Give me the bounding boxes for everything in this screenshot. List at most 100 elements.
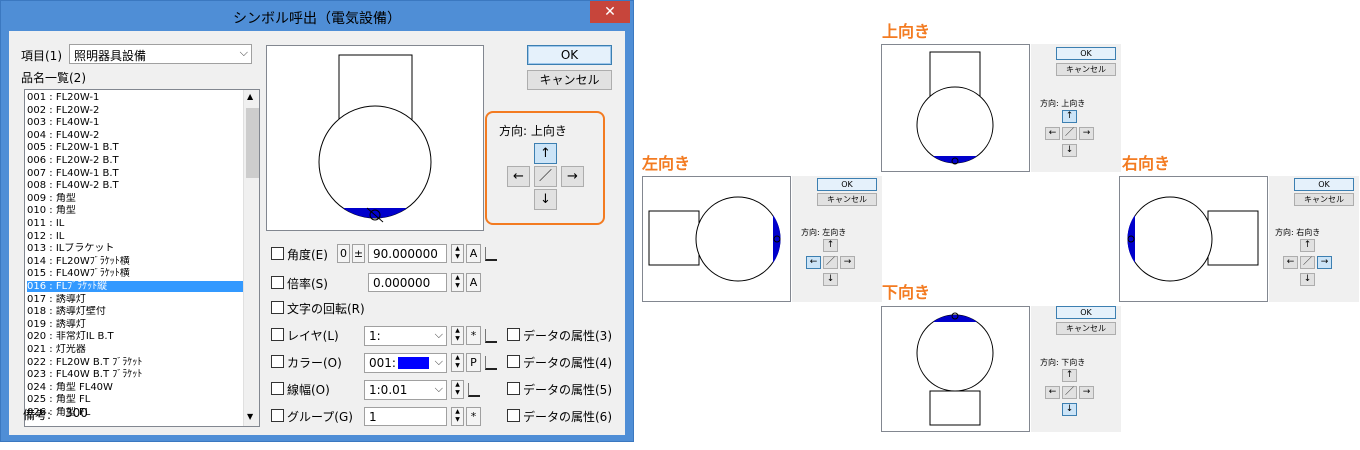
down-dir-right[interactable]: → [1079, 386, 1094, 399]
down-dir-down[interactable]: ↓ [1062, 403, 1077, 416]
close-button[interactable]: ✕ [590, 1, 630, 23]
right-dir-left[interactable]: ← [1283, 256, 1298, 269]
list-item[interactable]: 016 : FLﾌﾞﾗｹｯﾄ縦 [27, 281, 243, 292]
list-item[interactable]: 018 : 誘導灯壁付 [27, 306, 243, 317]
left-cancel-button[interactable]: キャンセル [817, 193, 877, 206]
right-dir-center[interactable]: ／ [1300, 256, 1315, 269]
list-item[interactable]: 004 : FL40W-2 [27, 130, 243, 141]
angle-spinner[interactable]: ▲ ▼ [451, 244, 464, 263]
color-checkbox[interactable] [271, 355, 284, 368]
down-dir-up[interactable]: ↑ [1062, 369, 1077, 382]
scroll-up-icon[interactable]: ▲ [247, 92, 253, 101]
group-spinner[interactable]: ▲ ▼ [451, 407, 464, 426]
up-dir-up[interactable]: ↑ [1062, 110, 1077, 123]
list-item[interactable]: 015 : FL40Wﾌﾞﾗｹｯﾄ横 [27, 268, 243, 279]
color-p-button[interactable]: P [466, 353, 481, 372]
list-item[interactable]: 024 : 角型 FL40W [27, 382, 243, 393]
layer-spinner[interactable]: ▲ ▼ [451, 326, 464, 345]
layer-star-button[interactable]: * [466, 326, 481, 345]
list-item[interactable]: 011 : IL [27, 218, 243, 229]
list-item[interactable]: 020 : 非常灯IL B.T [27, 331, 243, 342]
right-cancel-button[interactable]: キャンセル [1294, 193, 1354, 206]
list-item[interactable]: 019 : 誘導灯 [27, 319, 243, 330]
up-ok-button[interactable]: OK [1056, 47, 1116, 60]
attr4-checkbox[interactable] [507, 355, 520, 368]
down-ok-button[interactable]: OK [1056, 306, 1116, 319]
list-item[interactable]: 012 : IL [27, 231, 243, 242]
linewidth-pick-icon[interactable] [468, 383, 480, 397]
color-spinner[interactable]: ▲ ▼ [451, 353, 464, 372]
list-item[interactable]: 001 : FL20W-1 [27, 92, 243, 103]
color-pick-icon[interactable] [485, 356, 497, 370]
up-dir-right[interactable]: → [1079, 127, 1094, 140]
right-dir-up[interactable]: ↑ [1300, 239, 1315, 252]
attr3-checkbox[interactable] [507, 328, 520, 341]
list-item[interactable]: 017 : 誘導灯 [27, 294, 243, 305]
list-item[interactable]: 013 : ILブラケット [27, 243, 243, 254]
group-input[interactable]: 1 [364, 407, 447, 426]
up-dir-down[interactable]: ↓ [1062, 144, 1077, 157]
direction-right-button[interactable]: → [561, 166, 584, 187]
right-ok-button[interactable]: OK [1294, 178, 1354, 191]
list-item[interactable]: 007 : FL40W-1 B.T [27, 168, 243, 179]
scroll-down-icon[interactable]: ▼ [247, 412, 253, 421]
text-rotate-checkbox[interactable] [271, 301, 284, 314]
angle-zero-button[interactable]: 0 [337, 244, 350, 263]
item-list[interactable]: 001 : FL20W-1 002 : FL20W-2 003 : FL40W-1 0… [24, 89, 260, 427]
ok-button[interactable]: OK [527, 45, 612, 65]
left-ok-button[interactable]: OK [817, 178, 877, 191]
down-dir-center[interactable]: ／ [1062, 386, 1077, 399]
direction-up-button[interactable]: ↑ [534, 143, 557, 164]
left-dir-right[interactable]: → [840, 256, 855, 269]
list-item[interactable]: 023 : FL40W B.T ﾌﾞﾗｹｯﾄ [27, 369, 243, 380]
down-dir-left[interactable]: ← [1045, 386, 1060, 399]
direction-down-button[interactable]: ↓ [534, 189, 557, 210]
list-item[interactable]: 003 : FL40W-1 [27, 117, 243, 128]
scale-input[interactable]: 0.000000 [368, 273, 447, 292]
layer-checkbox[interactable] [271, 328, 284, 341]
down-cancel-button[interactable]: キャンセル [1056, 322, 1116, 335]
left-dir-center[interactable]: ／ [823, 256, 838, 269]
list-item[interactable]: 002 : FL20W-2 [27, 105, 243, 116]
angle-a-button[interactable]: A [466, 244, 481, 263]
up-dir-center[interactable]: ／ [1062, 127, 1077, 140]
layer-combo[interactable]: 1: ⌵ [364, 326, 447, 346]
list-item[interactable]: 005 : FL20W-1 B.T [27, 142, 243, 153]
direction-left-button[interactable]: ← [507, 166, 530, 187]
group-checkbox[interactable] [271, 409, 284, 422]
up-cancel-button[interactable]: キャンセル [1056, 63, 1116, 76]
linewidth-spinner[interactable]: ▲ ▼ [451, 380, 464, 399]
scale-a-button[interactable]: A [466, 273, 481, 292]
left-dir-up[interactable]: ↑ [823, 239, 838, 252]
list-item[interactable]: 009 : 角型 [27, 193, 243, 204]
item-combo[interactable]: 照明器具設備 ⌵ [69, 44, 252, 64]
color-combo[interactable]: 001: ⌵ [364, 353, 447, 373]
left-dir-left[interactable]: ← [806, 256, 821, 269]
direction-center-button[interactable]: ／ [534, 166, 557, 187]
list-scroll-thumb[interactable] [246, 108, 259, 178]
angle-pick-icon[interactable] [485, 247, 497, 261]
up-dir-left[interactable]: ← [1045, 127, 1060, 140]
cancel-button[interactable]: キャンセル [527, 70, 612, 90]
group-star-button[interactable]: * [466, 407, 481, 426]
list-item[interactable]: 014 : FL20Wﾌﾞﾗｹｯﾄ横 [27, 256, 243, 267]
scale-checkbox[interactable] [271, 276, 284, 289]
list-item[interactable]: 021 : 灯光器 [27, 344, 243, 355]
linewidth-combo[interactable]: 1:0.01 ⌵ [364, 380, 447, 400]
left-dir-down[interactable]: ↓ [823, 273, 838, 286]
list-item[interactable]: 026 : 角型 FL [27, 407, 243, 418]
list-item[interactable]: 025 : 角型 FL [27, 394, 243, 405]
right-dir-down[interactable]: ↓ [1300, 273, 1315, 286]
title-bar[interactable]: シンボル呼出（電気設備） ✕ [1, 1, 633, 31]
list-item[interactable]: 022 : FL20W B.T ﾌﾞﾗｹｯﾄ [27, 357, 243, 368]
attr5-checkbox[interactable] [507, 382, 520, 395]
angle-checkbox[interactable] [271, 247, 284, 260]
angle-input[interactable]: 90.000000 [368, 244, 447, 263]
attr6-checkbox[interactable] [507, 409, 520, 422]
list-item[interactable]: 010 : 角型 [27, 205, 243, 216]
linewidth-checkbox[interactable] [271, 382, 284, 395]
scale-spinner[interactable]: ▲ ▼ [451, 273, 464, 292]
list-item[interactable]: 008 : FL40W-2 B.T [27, 180, 243, 191]
list-item[interactable]: 006 : FL20W-2 B.T [27, 155, 243, 166]
right-dir-right[interactable]: → [1317, 256, 1332, 269]
